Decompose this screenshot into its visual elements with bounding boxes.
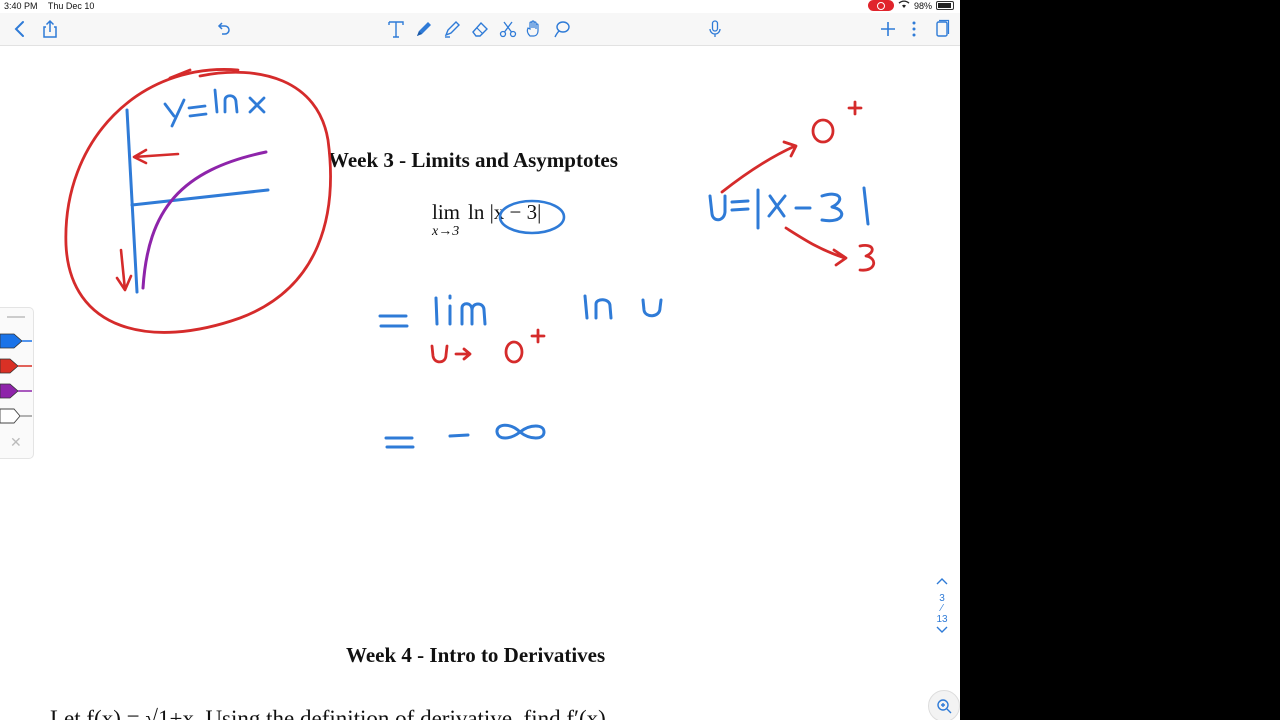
ink-blue-y-axis xyxy=(125,108,139,294)
ink-step1 xyxy=(378,294,663,328)
ink-purple-curve xyxy=(141,150,268,290)
close-palette-icon[interactable]: ✕ xyxy=(10,434,22,451)
total-pages: 13 xyxy=(936,614,948,625)
ink-step2 xyxy=(384,423,546,449)
ink-red-left-arrow xyxy=(132,148,180,165)
ink-red-down-arrow xyxy=(115,248,133,292)
ink-substitution xyxy=(708,186,870,230)
pen-white[interactable] xyxy=(0,407,33,425)
chevron-up-icon[interactable] xyxy=(930,576,954,589)
ink-step1-sub xyxy=(430,328,546,364)
ink-red-arrows-right xyxy=(720,100,875,272)
pen-blue[interactable] xyxy=(0,332,33,350)
ink-blue-circle xyxy=(498,199,566,235)
chevron-down-icon[interactable] xyxy=(930,625,954,638)
ink-graph-label xyxy=(163,88,266,128)
page-navigator: 3 ⁄ 13 xyxy=(930,576,954,666)
ink-blue-x-axis xyxy=(130,188,270,207)
ink-red-ellipse xyxy=(64,68,332,334)
pen-palette: ✕ xyxy=(0,307,34,459)
handwriting-layer xyxy=(64,68,875,449)
palette-handle[interactable] xyxy=(7,316,25,318)
page-separator: ⁄ xyxy=(941,603,943,614)
zoom-icon[interactable] xyxy=(928,690,960,720)
pen-red[interactable] xyxy=(0,357,33,375)
notes-app-screen: 3:40 PM Thu Dec 10 98% Week 3 - Limits a… xyxy=(0,0,960,720)
pen-purple[interactable] xyxy=(0,382,33,400)
